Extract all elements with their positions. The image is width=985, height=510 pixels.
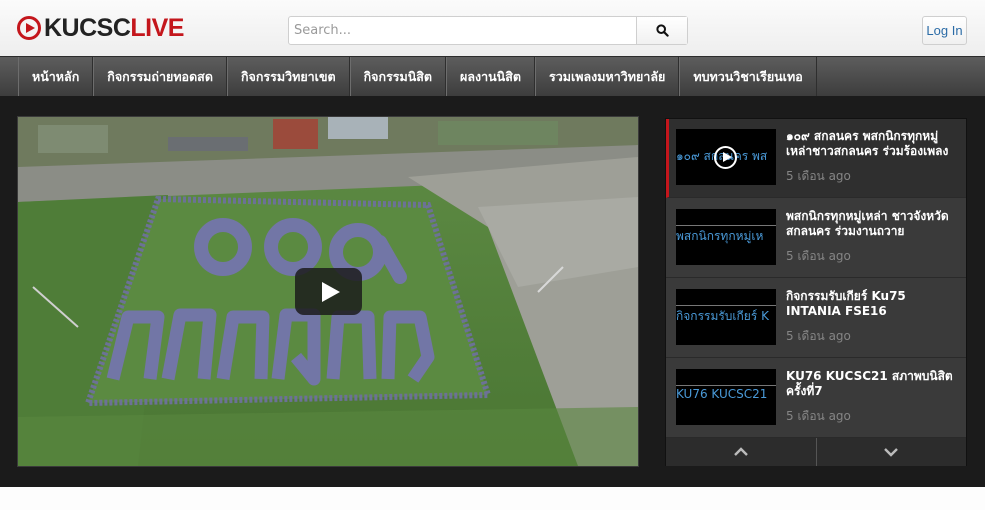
playlist-item[interactable]: พสกนิกรทุกหมู่เห พสกนิกรทุกหมู่เหล่า ชาว… <box>666 199 966 278</box>
video-thumbnail: KU76 KUCSC21 <box>676 369 776 425</box>
playlist-item-title: กิจกรรมรับเกียร์ Ku75 INTANIA FSE16 <box>786 289 906 318</box>
play-button[interactable] <box>295 268 362 315</box>
playlist-item-time: 5 เดือน ago <box>786 249 851 263</box>
playlist-controls <box>666 438 966 466</box>
search-icon <box>655 24 669 37</box>
playlist-item-title: KU76 KUCSC21 สภาพบนิสิต ครั้งที่7 <box>786 369 953 398</box>
nav-item-lesson-review[interactable]: ทบทวนวิชาเรียนเทอ <box>679 57 817 96</box>
playlist-item[interactable]: กิจกรรมรับเกียร์ K กิจกรรมรับเกียร์ Ku75… <box>666 279 966 358</box>
nav-item-university-songs[interactable]: รวมเพลงมหาวิทยาลัย <box>534 57 680 96</box>
playlist-item[interactable]: KU76 KUCSC21 KU76 KUCSC21 สภาพบนิสิต ครั… <box>666 359 966 438</box>
playlist-item-title: ๑๐๙ สกลนคร พสกนิกรทุกหมู่เหล่าชาวสกลนคร … <box>786 129 949 158</box>
video-thumbnail: ๑๐๙ สกลนคร พส <box>676 129 776 185</box>
search-button[interactable] <box>636 17 687 44</box>
playlist-up-button[interactable] <box>666 438 817 466</box>
playlist-item[interactable]: ๑๐๙ สกลนคร พส ๑๐๙ สกลนคร พสกนิกรทุกหมู่เ… <box>666 119 966 198</box>
thumbnail-divider <box>676 225 776 226</box>
video-thumbnail: กิจกรรมรับเกียร์ K <box>676 289 776 345</box>
thumbnail-divider <box>676 385 776 386</box>
play-circle-icon <box>714 146 737 169</box>
playlist-item-time: 5 เดือน ago <box>786 169 851 183</box>
login-button[interactable]: Log In <box>922 16 967 45</box>
chevron-down-icon <box>884 448 899 457</box>
logo-text-live: LIVE <box>130 13 184 42</box>
nav-item-student-events[interactable]: กิจกรรมนิสิต <box>349 57 447 96</box>
thumbnail-alt-text: พสกนิกรทุกหมู่เห <box>676 229 764 243</box>
search-input[interactable] <box>289 17 636 44</box>
video-thumbnail: พสกนิกรทุกหมู่เห <box>676 209 776 265</box>
playlist-item-time: 5 เดือน ago <box>786 329 851 343</box>
video-player[interactable] <box>17 116 639 467</box>
page-bottom <box>0 487 985 510</box>
play-circle-icon <box>17 16 41 40</box>
video-playlist: ๑๐๙ สกลนคร พส ๑๐๙ สกลนคร พสกนิกรทุกหมู่เ… <box>665 118 967 466</box>
nav-item-student-works[interactable]: ผลงานนิสิต <box>446 57 535 96</box>
thumbnail-alt-text: กิจกรรมรับเกียร์ K <box>676 309 769 323</box>
nav-item-home[interactable]: หน้าหลัก <box>18 57 94 96</box>
playlist-item-time: 5 เดือน ago <box>786 409 851 423</box>
site-logo[interactable]: KUCSC LIVE <box>17 14 184 42</box>
nav-item-live-events[interactable]: กิจกรรมถ่ายทอดสด <box>93 57 227 96</box>
site-header: KUCSC LIVE Log In <box>0 0 985 56</box>
thumbnail-alt-text: KU76 KUCSC21 <box>676 387 768 401</box>
chevron-up-icon <box>733 447 748 456</box>
search-box <box>288 16 688 45</box>
thumbnail-divider <box>676 305 776 306</box>
logo-text-kucsc: KUCSC <box>44 13 131 42</box>
main-nav: หน้าหลัก กิจกรรมถ่ายทอดสด กิจกรรมวิทยาเข… <box>0 56 985 96</box>
playlist-item-title: พสกนิกรทุกหมู่เหล่า ชาวจังหวัดสกลนคร ร่ว… <box>786 209 949 238</box>
playlist-down-button[interactable] <box>817 438 967 466</box>
nav-item-campus-events[interactable]: กิจกรรมวิทยาเขต <box>226 57 350 96</box>
